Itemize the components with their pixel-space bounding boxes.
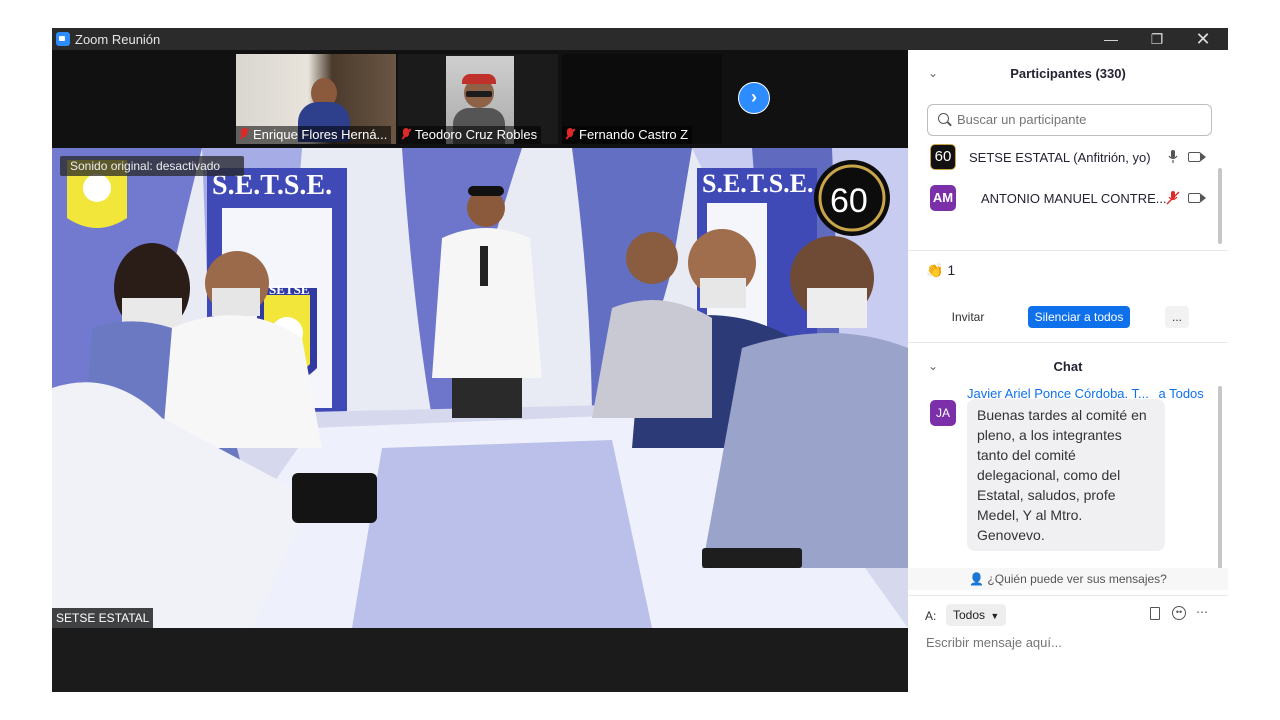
clap-icon: 👏 xyxy=(926,262,944,278)
to-label: A: xyxy=(925,609,937,623)
divider xyxy=(908,595,1228,596)
main-speaker-video[interactable]: S.E.T.S.E. S.E.T.S.E. SETSE 60 Sonido or… xyxy=(52,148,908,628)
who-can-see-messages[interactable]: 👤 ¿Quién puede ver sus mensajes? xyxy=(908,568,1228,590)
chat-title: Chat xyxy=(1053,359,1083,374)
participant-name: Teodoro Cruz Robles xyxy=(398,126,542,144)
banner-text-right: S.E.T.S.E. xyxy=(702,169,814,198)
mic-muted-icon xyxy=(565,128,575,140)
participant-name: Fernando Castro Z xyxy=(562,126,693,144)
mic-muted-icon xyxy=(239,128,249,140)
gallery-strip: Enrique Flores Herná... Teodoro Cruz Rob… xyxy=(52,50,908,148)
recipient-dropdown[interactable]: Todos ▼ xyxy=(946,604,1007,626)
video-area: Enrique Flores Herná... Teodoro Cruz Rob… xyxy=(52,50,908,692)
divider xyxy=(908,342,1228,343)
video-camera-icon[interactable] xyxy=(1188,193,1206,203)
more-options-button[interactable]: ... xyxy=(1165,306,1189,328)
chat-recipient: a Todos xyxy=(1158,386,1204,401)
participant-video-tile[interactable]: Fernando Castro Z xyxy=(562,54,722,144)
next-page-button[interactable]: › xyxy=(738,82,770,114)
participants-scrollbar[interactable] xyxy=(1218,168,1222,244)
emblem-text: SETSE xyxy=(269,282,309,297)
speaker-name-label: SETSE ESTATAL xyxy=(52,608,154,628)
participant-search-input[interactable] xyxy=(955,111,1199,128)
chevron-down-icon: ▼ xyxy=(990,611,1000,621)
title-bar: Zoom Reunión — ❐ ✕ xyxy=(52,28,1228,50)
avatar: AM xyxy=(930,185,956,211)
microphone-icon[interactable] xyxy=(1168,150,1178,163)
emoji-icon[interactable]: •• xyxy=(1172,606,1186,620)
chat-message-input[interactable] xyxy=(924,634,1208,651)
participants-title: Participantes (330) xyxy=(1010,66,1126,81)
chat-message-line: Genovevo. xyxy=(977,527,1045,543)
divider xyxy=(908,250,1228,251)
original-sound-notice[interactable]: Sonido original: desactivado xyxy=(60,156,245,176)
side-panel: ⌄ Participantes (330) 60 SETSE ESTATAL (… xyxy=(908,50,1228,692)
anniversary-logo-text: 60 xyxy=(830,182,868,220)
chat-message-bubble: Buenas tardes al comité en pleno, a los … xyxy=(967,399,1165,551)
mute-all-button[interactable]: Silenciar a todos xyxy=(1028,306,1130,328)
participant-video-tile[interactable]: Enrique Flores Herná... xyxy=(236,54,396,144)
participant-name: SETSE ESTATAL (Anfitrión, yo) xyxy=(969,150,1151,165)
mic-muted-icon xyxy=(401,128,411,140)
video-camera-icon[interactable] xyxy=(1188,152,1206,162)
mic-muted-icon[interactable] xyxy=(1166,191,1180,205)
search-icon xyxy=(938,113,949,124)
chat-message-line: tanto del comité xyxy=(977,447,1076,463)
avatar: 60 xyxy=(930,144,956,170)
file-icon[interactable] xyxy=(1150,607,1160,620)
participant-name: Enrique Flores Herná... xyxy=(236,126,392,144)
participant-row[interactable]: 60 SETSE ESTATAL (Anfitrión, yo) xyxy=(908,138,1218,178)
chat-message-line: delegacional, como del xyxy=(977,467,1121,483)
chat-message-line: pleno, a los integrantes xyxy=(977,427,1122,443)
window-title: Zoom Reunión xyxy=(75,32,161,47)
meeting-room-scene: S.E.T.S.E. S.E.T.S.E. SETSE 60 xyxy=(52,148,908,628)
chat-scrollbar[interactable] xyxy=(1218,386,1222,572)
zoom-logo-icon xyxy=(56,32,70,46)
participant-row[interactable]: AM ANTONIO MANUEL CONTRE... xyxy=(908,179,1218,219)
close-icon[interactable]: ✕ xyxy=(1180,28,1226,50)
participant-name: ANTONIO MANUEL CONTRE... xyxy=(981,191,1167,206)
invite-button[interactable]: Invitar xyxy=(944,306,992,328)
clap-reaction: 👏 1 xyxy=(926,262,956,278)
chat-message-line: Estatal, saludos, profe xyxy=(977,487,1116,503)
chat-message-line: Medel, Y al Mtro. xyxy=(977,507,1083,523)
zoom-window: Zoom Reunión — ❐ ✕ Enrique Flores Herná.… xyxy=(52,28,1228,692)
chevron-right-icon: › xyxy=(751,87,757,107)
restore-icon[interactable]: ❐ xyxy=(1134,28,1180,50)
more-icon[interactable]: ⋯ xyxy=(1196,605,1209,619)
participant-video-tile[interactable]: Teodoro Cruz Robles xyxy=(398,54,558,144)
minimize-icon[interactable]: — xyxy=(1088,28,1134,50)
people-icon: 👤 xyxy=(969,572,985,586)
chat-message-line: Buenas tardes al comité en xyxy=(977,407,1147,423)
avatar: JA xyxy=(930,400,956,426)
participant-search-box[interactable] xyxy=(927,104,1212,136)
